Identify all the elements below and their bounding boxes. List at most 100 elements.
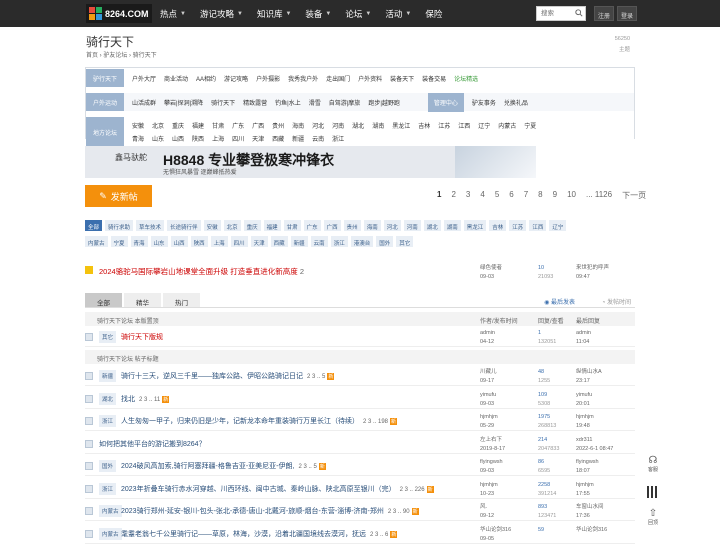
last-reply[interactable]: 纵情山水A 23:17 [576,368,602,386]
nav-item[interactable]: 装备 ▼ [305,8,331,20]
search-icon[interactable] [575,9,583,17]
table-row[interactable]: 浙江 人生匆匆一甲子，归来仍旧是少年，记新龙本命年重装骑行万里长江（待续） 2 3 … [85,412,635,431]
category-item[interactable]: 湖南 [372,121,384,130]
category-item[interactable]: 走出国门 [326,74,350,83]
back-to-top-button[interactable]: ⇧ 回顶 [645,508,661,526]
nav-item[interactable]: 论坛 ▼ [345,8,371,20]
table-row[interactable]: 国外 2024破风高加索,骑行阿塞拜疆-格鲁吉亚-亚美尼亚-伊朗, 2 3 .. 5… [85,457,635,476]
category-item[interactable]: 论坛精选 [454,74,478,83]
category-item[interactable]: 跑步|越野跑 [368,98,400,107]
thread-author[interactable]: hjmhjm 10-23 [480,481,498,499]
category-item[interactable]: 户外资料 [358,74,382,83]
tag-item[interactable]: 青海 [130,236,148,247]
table-row[interactable]: 内蒙古 耄耋老翁七千公里骑行记——草原，林海，沙漠，沿着北疆国境线去漠河，抚远 2 … [85,525,635,544]
thread-pages[interactable]: 2 3 .. 5 [307,374,325,380]
tag-item[interactable]: 上海 [210,236,228,247]
category-item[interactable]: 海南 [292,121,304,130]
tag-item[interactable]: 河北 [383,220,401,231]
thread-tag[interactable]: 国外 [99,460,117,472]
thread-pages[interactable]: 2 3 .. 6 [370,532,388,538]
category-item[interactable]: 辽宁 [478,121,490,130]
thread-tag[interactable]: 浙江 [99,482,117,495]
page-link[interactable]: 下一页 [622,190,646,201]
category-item[interactable]: 广东 [232,121,244,130]
tag-item[interactable]: 北京 [223,220,241,231]
thread-pages[interactable]: 2 3 .. 90 [388,509,410,515]
page-link[interactable]: 2 [451,190,455,201]
tag-item[interactable]: 海南 [363,220,381,231]
tag-item[interactable]: 长途骑行伴 [167,220,201,231]
category-item[interactable]: 甘肃 [212,121,224,130]
new-post-button[interactable]: ✎ 发新帖 [85,185,152,207]
category-item[interactable]: 安徽 [132,121,144,130]
category-item[interactable]: 青海 [132,134,144,143]
tag-item[interactable]: 重庆 [243,220,261,231]
page-link[interactable]: 3 [466,190,470,201]
page-link[interactable]: 8 [538,190,542,201]
thread-pages[interactable]: 2 3 .. 11 [139,397,160,403]
last-reply[interactable]: 华山论剑316 [576,526,607,535]
sort-last-post[interactable]: ◉ 最后发表 [544,297,575,306]
thread-title[interactable]: 如何把其他平台的游记搬到8264？ [99,439,206,449]
tag-item[interactable]: 内蒙古 [85,236,108,247]
tag-item[interactable]: 天津 [250,236,268,247]
page-link[interactable]: 1 [437,190,441,201]
tag-item[interactable]: 西藏 [270,236,288,247]
tag-item[interactable]: 全部 [85,220,103,231]
thread-tag[interactable]: 内蒙古 [99,505,122,517]
ad-banner[interactable]: 鑫马驮舵 H8848 专业攀登极寒冲锋衣 无惧狂风暴雪 逐巅峰抵热爱 [85,146,536,178]
category-item[interactable]: 装备天下 [390,74,414,83]
nav-item[interactable]: 游记攻略 ▼ [200,8,243,20]
last-reply[interactable]: admin 11:04 [576,329,591,347]
category-item[interactable]: 商业活动 [164,74,188,83]
tag-item[interactable]: 草车技术 [136,220,165,231]
thread-pages[interactable]: 2 3 .. 226 [400,487,425,493]
site-logo[interactable]: 8264.COM [86,4,152,23]
thread-title[interactable]: 找北 2 3 .. 11 新 [121,394,170,404]
category-item[interactable]: 装备交易 [422,74,446,83]
nav-item[interactable]: 活动 ▼ [385,8,411,20]
thread-author[interactable]: 风. 09-12 [480,503,494,521]
thread-author[interactable]: 川藏儿 09-17 [480,368,497,386]
login-button[interactable]: 登录 [617,6,638,21]
breadcrumb[interactable]: 首页 › 驴友论坛 › 骑行天下 [86,50,157,59]
category-item[interactable]: 重庆 [172,121,184,130]
tab-2[interactable]: 热门 [163,293,200,307]
tag-item[interactable]: 国外 [376,236,394,247]
category-item[interactable]: 户外大厅 [132,74,156,83]
page-link[interactable]: 5 [495,190,499,201]
category-item[interactable]: 驴友事务 [472,98,496,107]
tag-item[interactable]: 港澳台 [350,236,374,247]
category-item[interactable]: 云南 [312,134,324,143]
table-row[interactable]: 新疆 骑行十三天，逆风三千里——独库公路、伊昭公路骑记日记 2 3 .. 5 新 川藏儿… [85,367,635,386]
tag-item[interactable]: 黑龙江 [463,220,487,231]
page-link[interactable]: ... 1126 [586,190,612,201]
tag-item[interactable]: 福建 [263,220,281,231]
table-row[interactable]: 其它 骑行天下版规 admin 04-12 1 132051 admin 11:04 [85,328,635,347]
thread-tag[interactable]: 新疆 [99,370,117,382]
tag-item[interactable]: 江西 [529,220,547,231]
table-row[interactable]: 浙江 2023年折叠车骑行赤水河穿越、川西环线、闽中古城、秦岭山脉、陕北高原至银川… [85,480,635,499]
table-row[interactable]: 如何把其他平台的游记搬到8264？ 左上右下 2019-8-17 214 2047833… [85,435,635,454]
category-item[interactable]: 精致露营 [243,98,267,107]
category-item[interactable]: 钓鱼|水上 [275,98,301,107]
tag-item[interactable]: 甘肃 [283,220,301,231]
tag-item[interactable]: 湖南 [443,220,461,231]
thread-title[interactable]: 2023骑行郑州-延安-银川-包头-张北-承德-唐山-北戴河-旅顺-烟台-东营-… [121,506,419,516]
tag-item[interactable]: 广东 [303,220,321,231]
category-item[interactable]: 西藏 [272,134,284,143]
thread-pages[interactable]: 2 3 .. 198 [363,419,388,425]
tag-item[interactable]: 其它 [396,236,414,247]
category-item[interactable]: 广西 [252,121,264,130]
page-link[interactable]: 4 [480,190,484,201]
thread-tag[interactable]: 其它 [99,331,117,343]
nav-item[interactable]: 热点 ▼ [160,8,186,20]
category-item[interactable]: 河南 [332,121,344,130]
thread-tag[interactable]: 湖北 [99,392,117,405]
category-item[interactable]: 我秀我户外 [288,74,318,83]
thread-title[interactable]: 骑行天下版规 [121,332,163,342]
tag-item[interactable]: 云南 [310,236,328,247]
category-item[interactable]: 山活成群 [132,98,156,107]
category-item-selected[interactable]: 管理中心 [427,92,464,112]
last-reply[interactable]: xdr311 2022-6-1 08:47 [576,436,613,454]
